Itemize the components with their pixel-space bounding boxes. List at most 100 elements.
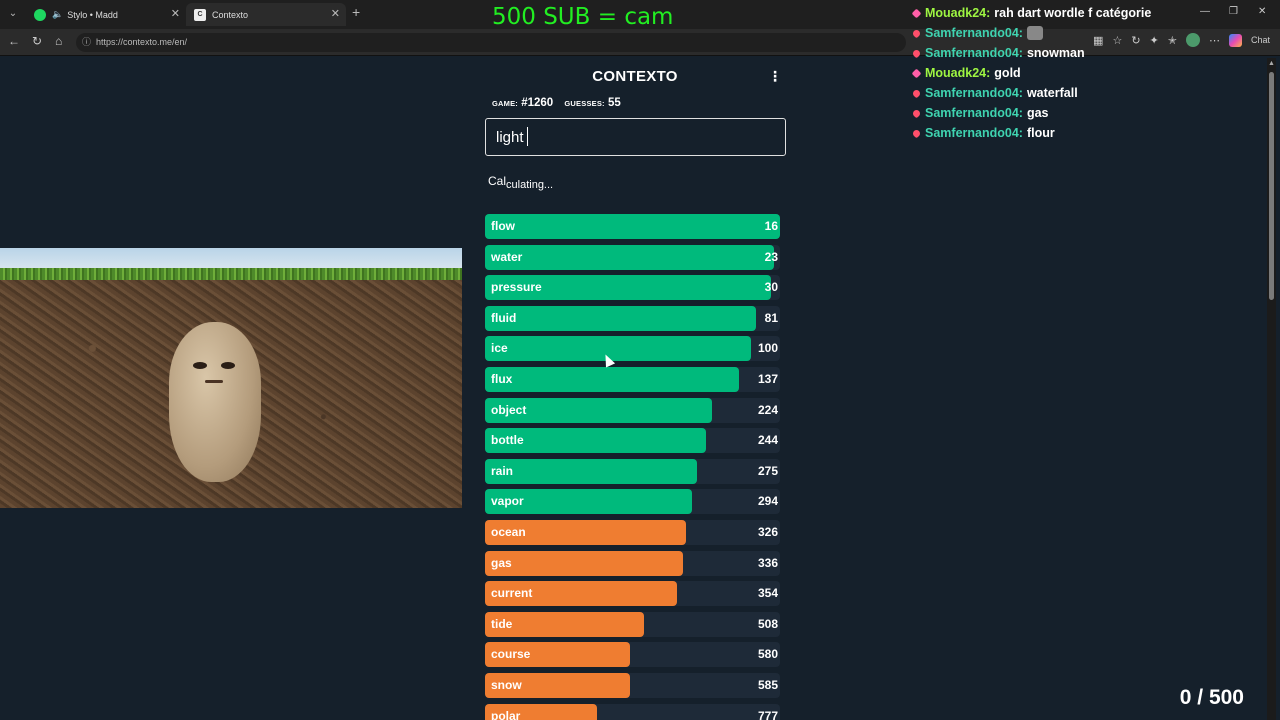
potato-avatar	[169, 322, 261, 482]
chat-message: Samfernando04: snowman	[911, 43, 1212, 63]
close-tab-icon[interactable]: ✕	[331, 7, 340, 20]
guess-row[interactable]: rain 275	[485, 458, 780, 484]
guess-rank: 326	[757, 525, 778, 539]
guess-rank: 294	[757, 494, 778, 509]
guess-rank: 275	[757, 463, 778, 478]
chat-message: Samfernando04:	[911, 23, 1212, 43]
chat-username: Samfernando04:	[925, 26, 1023, 40]
close-window-icon[interactable]: ✕	[1258, 6, 1266, 17]
heart-badge-icon	[911, 108, 922, 118]
chat-button[interactable]: Chat	[1251, 35, 1270, 45]
copilot-icon[interactable]	[1228, 33, 1242, 47]
kebab-menu-icon[interactable]: ⋮	[768, 68, 782, 85]
guess-row[interactable]: tide 508	[485, 611, 780, 637]
potato-eye	[193, 362, 207, 369]
guess-rank: 224	[757, 402, 778, 417]
guess-row[interactable]: polar 777	[485, 703, 780, 720]
webcam-feed	[0, 248, 462, 508]
guess-word: pressure	[491, 280, 542, 295]
home-icon[interactable]: ⌂	[55, 34, 62, 48]
guess-rank: 777	[757, 708, 778, 720]
guess-word: water	[491, 249, 523, 264]
guess-input[interactable]	[485, 118, 786, 156]
sword-badge-icon	[911, 8, 922, 18]
guess-rank: 81	[764, 310, 778, 325]
guess-rank: 336	[757, 555, 778, 570]
sub-goal-overlay: 500 SUB = cam	[492, 4, 674, 30]
guess-row[interactable]: vapor 294	[485, 489, 780, 515]
guess-word: fluid	[491, 310, 517, 325]
guess-row[interactable]: ice 100	[485, 336, 780, 362]
guess-row[interactable]: pressure 30	[485, 275, 780, 301]
chat-username: Mouadk24:	[925, 66, 991, 80]
tab-contexto[interactable]: C Contexto ✕	[186, 3, 346, 26]
chat-username: Samfernando04:	[925, 106, 1023, 120]
back-arrow-icon[interactable]: ←	[8, 34, 20, 48]
potato-mouth	[205, 380, 223, 383]
heart-badge-icon	[911, 28, 922, 38]
speaker-icon[interactable]: 🔈	[52, 9, 63, 20]
guess-rank: 354	[757, 586, 778, 601]
guess-rank: 580	[757, 647, 778, 662]
similarity-bar	[485, 367, 739, 392]
guess-row[interactable]: course 580	[485, 642, 780, 668]
guess-word: ice	[491, 341, 508, 356]
guess-row[interactable]: flux 137	[485, 367, 780, 392]
guess-row[interactable]: current 354	[485, 581, 780, 607]
guesses-label: GUESSES:	[564, 99, 605, 108]
status-message: Calculating...	[488, 174, 553, 191]
chat-text: waterfall	[1026, 86, 1078, 100]
game-info: GAME: #1260 GUESSES: 55	[492, 97, 629, 109]
heart-badge-icon	[911, 48, 922, 58]
url-bar[interactable]: ⓘ https://contexto.me/en/	[76, 33, 906, 52]
guess-rank: 16	[764, 219, 778, 233]
guess-row[interactable]: bottle 244	[485, 428, 780, 454]
guess-rank: 23	[764, 249, 778, 264]
chat-message: Samfernando04: flour	[911, 123, 1212, 143]
page-scrollbar[interactable]: ▲	[1267, 58, 1276, 720]
guess-rank: 100	[757, 341, 778, 356]
restore-icon[interactable]: ❐	[1229, 6, 1238, 17]
guess-row[interactable]: snow 585	[485, 673, 780, 698]
scroll-up-arrow-icon[interactable]: ▲	[1268, 60, 1275, 67]
chat-username: Mouadk24:	[925, 6, 991, 20]
contexto-favicon-icon: C	[194, 8, 206, 21]
chat-text: rah dart wordle f catégorie	[994, 6, 1152, 20]
chat-message: Mouadk24: rah dart wordle f catégorie	[911, 3, 1212, 23]
chat-username: Samfernando04:	[925, 86, 1023, 100]
reload-icon[interactable]: ↻	[32, 34, 42, 48]
sub-counter: 0 / 500	[1179, 686, 1244, 709]
tab-spotify[interactable]: 🔈 Stylo • Madd ✕	[26, 3, 186, 26]
chat-text: snowman	[1026, 46, 1085, 60]
chat-username: Samfernando04:	[925, 46, 1023, 60]
guess-word: flux	[491, 372, 513, 386]
close-tab-icon[interactable]: ✕	[171, 7, 180, 20]
tab-list-chevron-icon[interactable]: ⌄	[4, 4, 22, 24]
site-info-icon[interactable]: ⓘ	[82, 33, 91, 52]
cat-emote-icon	[1026, 26, 1043, 40]
guess-rank: 30	[764, 280, 778, 295]
tab-title: Contexto	[212, 9, 249, 20]
tab-title: Stylo • Madd	[67, 9, 118, 20]
guess-row[interactable]: gas 336	[485, 550, 780, 576]
chat-text: gas	[1026, 106, 1049, 120]
guess-word: ocean	[491, 525, 526, 539]
guess-word: current	[491, 586, 533, 601]
guess-row[interactable]: water 23	[485, 244, 780, 270]
similarity-bar	[485, 550, 683, 576]
guess-word: snow	[491, 678, 522, 692]
guess-rank: 244	[757, 433, 778, 448]
guess-row[interactable]: ocean 326	[485, 520, 780, 545]
new-tab-plus-icon[interactable]: +	[352, 4, 360, 20]
guess-row[interactable]: fluid 81	[485, 305, 780, 331]
guess-word: flow	[491, 219, 515, 233]
url-text: https://contexto.me/en/	[96, 37, 188, 47]
scroll-thumb[interactable]	[1269, 72, 1274, 300]
chat-text: gold	[994, 66, 1021, 80]
guess-rank: 585	[757, 678, 778, 692]
similarity-bar	[485, 214, 780, 239]
guess-row[interactable]: object 224	[485, 397, 780, 423]
guess-row[interactable]: flow 16	[485, 214, 780, 239]
game-number: #1260	[521, 97, 554, 109]
sword-badge-icon	[911, 68, 922, 78]
